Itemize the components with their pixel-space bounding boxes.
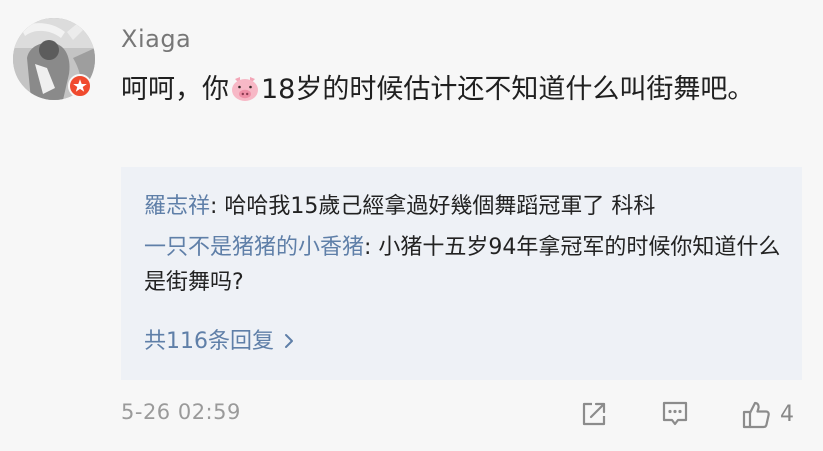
comment-text-before-emoji: 呵呵，你 <box>121 74 229 105</box>
thumbs-up-icon <box>742 401 770 429</box>
reply-author[interactable]: 一只不是猪猪的小香猪 <box>144 235 364 260</box>
share-button[interactable] <box>578 398 610 434</box>
comment-text-after-emoji: 18岁的时候估计还不知道什么叫街舞吧。 <box>261 74 755 105</box>
chevron-right-icon <box>284 330 294 355</box>
reply-item: 一只不是猪猪的小香猪: 小猪十五岁94年拿冠军的时候你知道什么是街舞吗? <box>144 230 784 300</box>
pig-emoji <box>230 73 260 101</box>
like-button[interactable]: 4 <box>740 398 794 436</box>
reply-list: 羅志祥: 哈哈我15歲己經拿過好幾個舞蹈冠軍了 科科 一只不是猪猪的小香猪: 小… <box>121 167 802 380</box>
like-count: 4 <box>780 402 794 427</box>
share-icon <box>582 402 606 426</box>
vip-badge-icon <box>68 74 92 98</box>
comment-button[interactable] <box>659 398 691 434</box>
comment-body: 呵呵，你 18岁的时候估计还不知道什么叫街舞吧。 <box>121 68 801 111</box>
more-replies-label: 共116条回复 <box>144 329 274 354</box>
reply-text: : 哈哈我15歲己經拿過好幾個舞蹈冠軍了 科科 <box>210 194 656 219</box>
reply-author[interactable]: 羅志祥 <box>144 194 210 219</box>
comment-timestamp: 5-26 02:59 <box>121 400 241 424</box>
comment-icon <box>662 401 688 426</box>
more-replies-link[interactable]: 共116条回复 <box>144 323 294 355</box>
reply-item: 羅志祥: 哈哈我15歲己經拿過好幾個舞蹈冠軍了 科科 <box>144 189 784 224</box>
comment-username[interactable]: Xiaga <box>121 25 191 53</box>
